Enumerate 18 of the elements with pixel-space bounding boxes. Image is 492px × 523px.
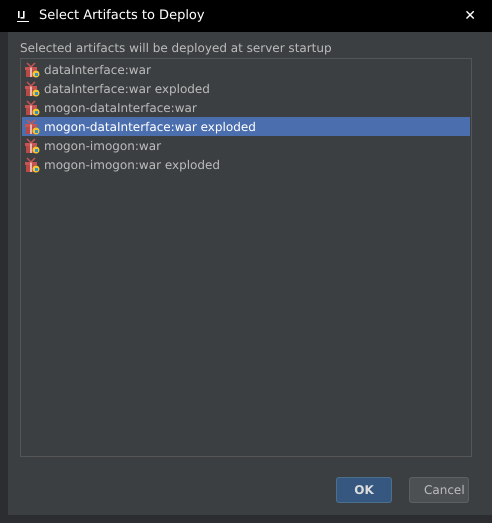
artifact-item[interactable]: mogon-dataInterface:war exploded xyxy=(22,117,470,136)
artifact-item[interactable]: mogon-imogon:war xyxy=(22,136,470,155)
artifact-item[interactable]: dataInterface:war xyxy=(22,60,470,79)
ok-button[interactable]: OK xyxy=(336,477,392,503)
artifact-item[interactable]: mogon-dataInterface:war xyxy=(22,98,470,117)
gift-icon xyxy=(24,80,40,96)
gift-icon xyxy=(24,138,40,154)
gift-icon xyxy=(24,156,40,172)
gift-icon xyxy=(24,118,40,134)
artifact-item[interactable]: dataInterface:war exploded xyxy=(22,79,470,98)
gift-icon xyxy=(24,62,40,78)
cancel-button[interactable]: Cancel xyxy=(409,477,469,503)
app-logo xyxy=(17,10,29,22)
window-title: Select Artifacts to Deploy xyxy=(39,7,205,26)
close-button[interactable]: ✕ xyxy=(458,6,482,26)
gift-icon xyxy=(24,100,40,116)
artifact-item[interactable]: mogon-imogon:war exploded xyxy=(22,155,470,174)
description-label: Selected artifacts will be deployed at server startup xyxy=(20,40,333,57)
